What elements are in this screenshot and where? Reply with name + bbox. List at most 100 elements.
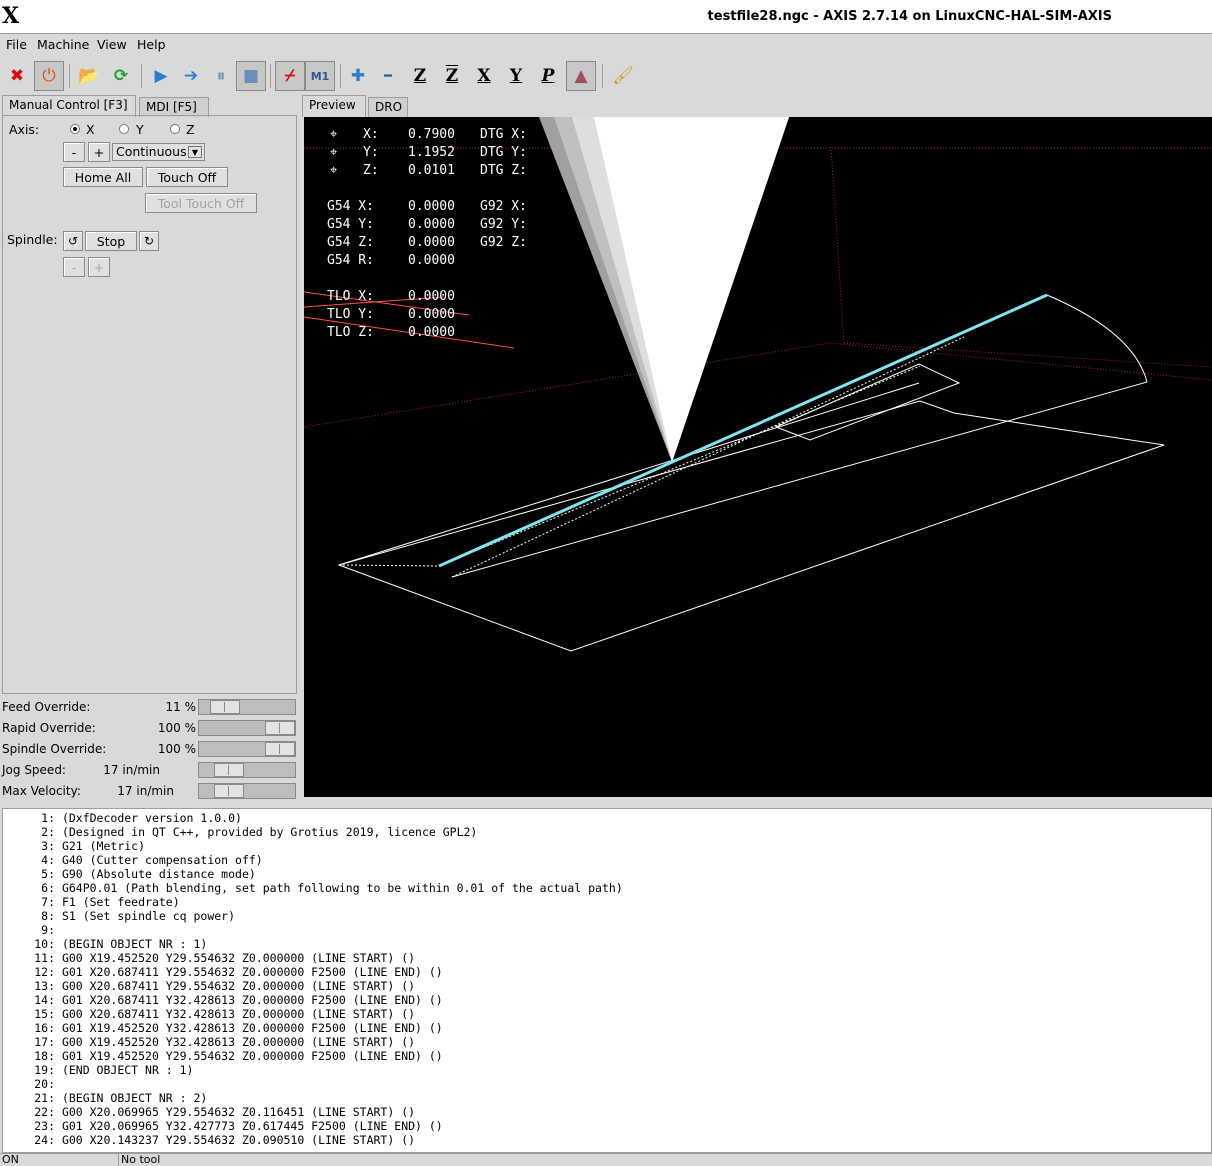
gcode-line[interactable]: 24: G00 X20.143237 Y29.554632 Z0.090510 … <box>3 1133 1211 1147</box>
gcode-line[interactable]: 17: G00 X19.452520 Y32.428613 Z0.000000 … <box>3 1035 1211 1049</box>
view-y-icon[interactable]: Y <box>501 61 531 91</box>
gcode-line[interactable]: 3: G21 (Metric) <box>3 839 1211 853</box>
zoom-out-icon[interactable]: ━ <box>373 61 403 91</box>
jog-speed-value: 17 in/min <box>103 763 160 777</box>
right-tabs: Preview DRO <box>302 95 502 117</box>
dro-z-value: 0.0101 <box>408 163 455 178</box>
jog-speed-slider[interactable] <box>198 762 296 778</box>
gcode-line[interactable]: 19: (END OBJECT NR : 1) <box>3 1063 1211 1077</box>
jog-speed-row: Jog Speed: 17 in/min <box>0 760 298 781</box>
preview-canvas[interactable]: ⌖ ⌖ ⌖ X: 0.7900 DTG X: Y: 1.1952 DTG Y: … <box>304 117 1212 797</box>
spindle-faster-button[interactable]: + <box>88 257 110 277</box>
g54-z-label: G54 Z: <box>327 235 374 250</box>
spindle-stop-button[interactable]: Stop <box>85 231 137 251</box>
g92-x-label: G92 X: <box>480 199 527 214</box>
slider-thumb[interactable] <box>214 784 244 798</box>
spindle-override-slider[interactable] <box>198 741 296 757</box>
gcode-line[interactable]: 12: G01 X20.687411 Y29.554632 Z0.000000 … <box>3 965 1211 979</box>
view-z2-icon[interactable]: Z <box>437 61 467 91</box>
gcode-line[interactable]: 23: G01 X20.069965 Y32.427773 Z0.617445 … <box>3 1119 1211 1133</box>
gcode-line[interactable]: 16: G01 X19.452520 Y32.428613 Z0.000000 … <box>3 1021 1211 1035</box>
tlo-y-value: 0.0000 <box>408 307 455 322</box>
slider-thumb[interactable] <box>265 721 295 735</box>
gcode-line[interactable]: 8: S1 (Set spindle cq power) <box>3 909 1211 923</box>
tab-dro[interactable]: DRO <box>368 97 408 117</box>
toolbar-separator <box>141 64 142 88</box>
feed-override-slider[interactable] <box>198 699 296 715</box>
gcode-line[interactable]: 10: (BEGIN OBJECT NR : 1) <box>3 937 1211 951</box>
slider-thumb[interactable] <box>265 742 295 756</box>
tab-manual-control[interactable]: Manual Control [F3] <box>2 95 136 117</box>
pause-icon[interactable]: ⏸ <box>206 61 236 91</box>
step-icon[interactable]: ➔ <box>176 61 206 91</box>
tab-mdi[interactable]: MDI [F5] <box>139 97 209 117</box>
menu-help[interactable]: Help <box>137 37 166 52</box>
gcode-line[interactable]: 6: G64P0.01 (Path blending, set path fol… <box>3 881 1211 895</box>
jog-plus-button[interactable]: + <box>88 142 110 162</box>
rapid-override-slider[interactable] <box>198 720 296 736</box>
menu-bar: File Machine View Help <box>0 34 1212 56</box>
tab-preview[interactable]: Preview <box>302 95 366 117</box>
g54-x-label: G54 X: <box>327 199 374 214</box>
tool-touch-off-button[interactable]: Tool Touch Off <box>145 193 257 213</box>
run-icon[interactable]: ▶ <box>146 61 176 91</box>
menu-machine[interactable]: Machine <box>37 37 89 52</box>
view-p-icon[interactable]: P <box>533 61 563 91</box>
view-x-icon[interactable]: X <box>469 61 499 91</box>
gcode-line[interactable]: 18: G01 X19.452520 Y29.554632 Z0.000000 … <box>3 1049 1211 1063</box>
gcode-line[interactable]: 2: (Designed in QT C++, provided by Grot… <box>3 825 1211 839</box>
gcode-line[interactable]: 14: G01 X20.687411 Y32.428613 Z0.000000 … <box>3 993 1211 1007</box>
jog-speed-label: Jog Speed: <box>2 763 66 777</box>
gcode-line[interactable]: 9: <box>3 923 1211 937</box>
stop-icon[interactable]: ■ <box>236 61 266 91</box>
gcode-line[interactable]: 21: (BEGIN OBJECT NR : 2) <box>3 1091 1211 1105</box>
window-titlebar: X testfile28.ngc - AXIS 2.7.14 on LinuxC… <box>0 0 1212 34</box>
g92-y-label: G92 Y: <box>480 217 527 232</box>
gcode-line[interactable]: 20: <box>3 1077 1211 1091</box>
gcode-line[interactable]: 4: G40 (Cutter compensation off) <box>3 853 1211 867</box>
max-velocity-row: Max Velocity: 17 in/min <box>0 781 298 802</box>
gcode-line[interactable]: 11: G00 X19.452520 Y29.554632 Z0.000000 … <box>3 951 1211 965</box>
gcode-line[interactable]: 7: F1 (Set feedrate) <box>3 895 1211 909</box>
gcode-line[interactable]: 22: G00 X20.069965 Y29.554632 Z0.116451 … <box>3 1105 1211 1119</box>
reload-icon[interactable]: ⟳ <box>106 61 136 91</box>
gcode-line[interactable]: 1: (DxfDecoder version 1.0.0) <box>3 811 1211 825</box>
estop-icon[interactable]: ✖ <box>2 61 32 91</box>
clear-plot-icon[interactable]: 🖌 <box>608 61 638 91</box>
gcode-line[interactable]: 13: G00 X20.687411 Y29.554632 Z0.000000 … <box>3 979 1211 993</box>
dro-y-label: Y: <box>363 145 379 160</box>
axis-x-radio[interactable] <box>70 124 80 134</box>
axis-z-radio[interactable] <box>170 124 180 134</box>
slider-thumb[interactable] <box>214 763 244 777</box>
zoom-in-icon[interactable]: ✚ <box>343 61 373 91</box>
power-icon[interactable]: ⏻ <box>34 61 64 91</box>
dro-z-label: Z: <box>363 163 379 178</box>
spindle-ccw-icon[interactable]: ↺ <box>63 231 83 251</box>
optional-stop-icon[interactable]: M1 <box>305 61 335 91</box>
slider-thumb[interactable] <box>210 700 240 714</box>
spindle-slower-button[interactable]: - <box>63 257 85 277</box>
gcode-line[interactable]: 5: G90 (Absolute distance mode) <box>3 867 1211 881</box>
gcode-line[interactable]: 15: G00 X20.687411 Y32.428613 Z0.000000 … <box>3 1007 1211 1021</box>
block-delete-icon[interactable]: ⌿ <box>275 61 305 91</box>
gcode-listing[interactable]: 1: (DxfDecoder version 1.0.0) 2: (Design… <box>2 808 1212 1153</box>
menu-file[interactable]: File <box>6 37 27 52</box>
g54-y-label: G54 Y: <box>327 217 374 232</box>
touch-off-button[interactable]: Touch Off <box>146 167 228 187</box>
home-all-button[interactable]: Home All <box>63 167 143 187</box>
jog-minus-button[interactable]: - <box>63 142 85 162</box>
toolbar-separator <box>270 64 271 88</box>
tool-cone-icon[interactable]: ▲ <box>566 61 596 91</box>
open-file-icon[interactable]: 📂 <box>74 61 104 91</box>
spindle-cw-icon[interactable]: ↻ <box>139 231 159 251</box>
jog-mode-select[interactable]: Continuous ▼ <box>112 143 205 161</box>
machine-status: ON <box>2 1153 19 1166</box>
max-velocity-slider[interactable] <box>198 783 296 799</box>
home-icon: ⌖ <box>330 127 338 142</box>
gcode-lines: 1: (DxfDecoder version 1.0.0) 2: (Design… <box>3 809 1211 1147</box>
axis-y-radio[interactable] <box>119 124 129 134</box>
menu-view[interactable]: View <box>97 37 127 52</box>
feed-override-value: 11 % <box>165 700 197 714</box>
rapid-override-label: Rapid Override: <box>2 721 96 735</box>
view-z-icon[interactable]: Z <box>405 61 435 91</box>
